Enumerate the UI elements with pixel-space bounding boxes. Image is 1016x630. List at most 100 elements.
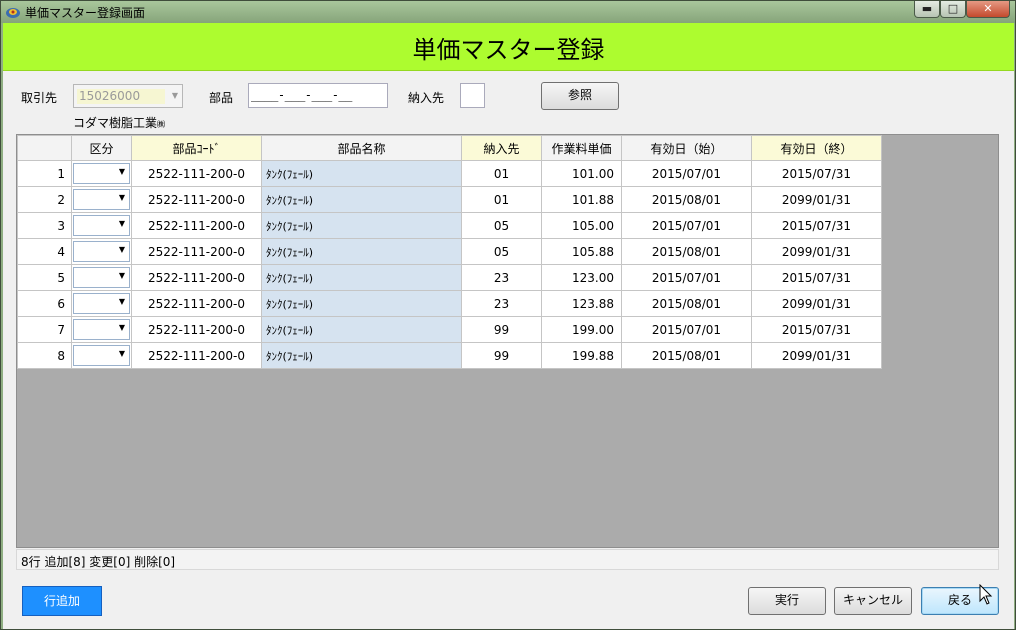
unit-price-cell[interactable]: 123.88 <box>541 290 622 317</box>
part-name-cell[interactable]: ﾀﾝｸ(ﾌｪｰﾙ) <box>261 290 462 317</box>
kubun-select[interactable]: ▼ <box>73 163 130 184</box>
kubun-dropdown-cell[interactable]: ▼ <box>71 342 132 369</box>
kubun-dropdown-cell[interactable]: ▼ <box>71 290 132 317</box>
destination-cell[interactable]: 05 <box>461 238 542 265</box>
unit-price-cell[interactable]: 105.88 <box>541 238 622 265</box>
column-header-end-date[interactable]: 有効日（終） <box>751 135 882 161</box>
price-grid[interactable]: 区分 部品ｺｰﾄﾞ 部品名称 納入先 作業料単価 有効日（始） 有効日（終） 1… <box>16 134 999 548</box>
destination-cell[interactable]: 05 <box>461 212 542 239</box>
kubun-select[interactable]: ▼ <box>73 241 130 262</box>
start-date-cell[interactable]: 2015/07/01 <box>621 264 752 291</box>
end-date-cell[interactable]: 2099/01/31 <box>751 186 882 213</box>
part-code-cell[interactable]: 2522-111-200-0 <box>131 186 262 213</box>
table-row[interactable]: 1 ▼ 2522-111-200-0 ﾀﾝｸ(ﾌｪｰﾙ) 01 101.00 2015/07… <box>17 160 882 187</box>
kubun-select[interactable]: ▼ <box>73 345 130 366</box>
part-code-cell[interactable]: 2522-111-200-0 <box>131 316 262 343</box>
end-date-cell[interactable]: 2015/07/31 <box>751 316 882 343</box>
unit-price-cell[interactable]: 199.00 <box>541 316 622 343</box>
part-code-cell[interactable]: 2522-111-200-0 <box>131 212 262 239</box>
end-date-cell[interactable]: 2015/07/31 <box>751 212 882 239</box>
chevron-down-icon[interactable]: ▼ <box>119 219 125 228</box>
unit-price-cell[interactable]: 105.00 <box>541 212 622 239</box>
part-code-input[interactable]: ____-___-___-__ <box>248 83 388 108</box>
cancel-button[interactable]: キャンセル <box>834 587 912 615</box>
kubun-dropdown-cell[interactable]: ▼ <box>71 186 132 213</box>
part-name-cell[interactable]: ﾀﾝｸ(ﾌｪｰﾙ) <box>261 186 462 213</box>
table-row[interactable]: 6 ▼ 2522-111-200-0 ﾀﾝｸ(ﾌｪｰﾙ) 23 123.88 2015/08… <box>17 290 882 317</box>
table-row[interactable]: 7 ▼ 2522-111-200-0 ﾀﾝｸ(ﾌｪｰﾙ) 99 199.00 2015/07… <box>17 316 882 343</box>
part-name-cell[interactable]: ﾀﾝｸ(ﾌｪｰﾙ) <box>261 342 462 369</box>
end-date-cell[interactable]: 2015/07/31 <box>751 264 882 291</box>
execute-button[interactable]: 実行 <box>748 587 826 615</box>
end-date-cell[interactable]: 2099/01/31 <box>751 342 882 369</box>
chevron-down-icon[interactable]: ▼ <box>119 323 125 332</box>
maximize-icon[interactable]: □ <box>940 1 966 18</box>
unit-price-cell[interactable]: 101.88 <box>541 186 622 213</box>
destination-cell[interactable]: 01 <box>461 186 542 213</box>
column-header-destination[interactable]: 納入先 <box>461 135 542 161</box>
part-name-cell[interactable]: ﾀﾝｸ(ﾌｪｰﾙ) <box>261 238 462 265</box>
column-header-start-date[interactable]: 有効日（始） <box>621 135 752 161</box>
start-date-cell[interactable]: 2015/08/01 <box>621 238 752 265</box>
start-date-cell[interactable]: 2015/08/01 <box>621 290 752 317</box>
part-code-cell[interactable]: 2522-111-200-0 <box>131 264 262 291</box>
part-name-cell[interactable]: ﾀﾝｸ(ﾌｪｰﾙ) <box>261 160 462 187</box>
start-date-cell[interactable]: 2015/08/01 <box>621 342 752 369</box>
table-row[interactable]: 5 ▼ 2522-111-200-0 ﾀﾝｸ(ﾌｪｰﾙ) 23 123.00 2015/07… <box>17 264 882 291</box>
part-code-cell[interactable]: 2522-111-200-0 <box>131 342 262 369</box>
kubun-select[interactable]: ▼ <box>73 267 130 288</box>
kubun-dropdown-cell[interactable]: ▼ <box>71 160 132 187</box>
add-row-button[interactable]: 行追加 <box>22 586 102 616</box>
start-date-cell[interactable]: 2015/07/01 <box>621 212 752 239</box>
kubun-dropdown-cell[interactable]: ▼ <box>71 316 132 343</box>
part-name-cell[interactable]: ﾀﾝｸ(ﾌｪｰﾙ) <box>261 212 462 239</box>
unit-price-cell[interactable]: 123.00 <box>541 264 622 291</box>
kubun-dropdown-cell[interactable]: ▼ <box>71 238 132 265</box>
destination-cell[interactable]: 99 <box>461 316 542 343</box>
part-name-cell[interactable]: ﾀﾝｸ(ﾌｪｰﾙ) <box>261 316 462 343</box>
chevron-down-icon[interactable]: ▼ <box>119 245 125 254</box>
table-row[interactable]: 3 ▼ 2522-111-200-0 ﾀﾝｸ(ﾌｪｰﾙ) 05 105.00 2015/07… <box>17 212 882 239</box>
kubun-select[interactable]: ▼ <box>73 293 130 314</box>
kubun-select[interactable]: ▼ <box>73 319 130 340</box>
table-row[interactable]: 8 ▼ 2522-111-200-0 ﾀﾝｸ(ﾌｪｰﾙ) 99 199.88 2015/08… <box>17 342 882 369</box>
reference-button[interactable]: 参照 <box>541 82 619 110</box>
kubun-select[interactable]: ▼ <box>73 189 130 210</box>
table-row[interactable]: 4 ▼ 2522-111-200-0 ﾀﾝｸ(ﾌｪｰﾙ) 05 105.88 2015/08… <box>17 238 882 265</box>
kubun-dropdown-cell[interactable]: ▼ <box>71 212 132 239</box>
chevron-down-icon[interactable]: ▼ <box>119 271 125 280</box>
destination-input[interactable] <box>460 83 485 108</box>
end-date-cell[interactable]: 2099/01/31 <box>751 238 882 265</box>
end-date-cell[interactable]: 2015/07/31 <box>751 160 882 187</box>
minimize-icon[interactable]: ▬ <box>914 1 940 18</box>
column-header-kubun[interactable]: 区分 <box>71 135 132 161</box>
chevron-down-icon[interactable]: ▼ <box>170 91 180 101</box>
chevron-down-icon[interactable]: ▼ <box>119 167 125 176</box>
column-header-part-name[interactable]: 部品名称 <box>261 135 462 161</box>
title-bar[interactable]: 単価マスター登録画面 ▬ □ ✕ <box>1 1 1015 23</box>
chevron-down-icon[interactable]: ▼ <box>119 193 125 202</box>
column-header-unit-price[interactable]: 作業料単価 <box>541 135 622 161</box>
end-date-cell[interactable]: 2099/01/31 <box>751 290 882 317</box>
kubun-select[interactable]: ▼ <box>73 215 130 236</box>
destination-cell[interactable]: 01 <box>461 160 542 187</box>
column-header-part-code[interactable]: 部品ｺｰﾄﾞ <box>131 135 262 161</box>
destination-cell[interactable]: 23 <box>461 290 542 317</box>
destination-cell[interactable]: 23 <box>461 264 542 291</box>
chevron-down-icon[interactable]: ▼ <box>119 297 125 306</box>
chevron-down-icon[interactable]: ▼ <box>119 349 125 358</box>
part-code-cell[interactable]: 2522-111-200-0 <box>131 290 262 317</box>
start-date-cell[interactable]: 2015/07/01 <box>621 316 752 343</box>
destination-cell[interactable]: 99 <box>461 342 542 369</box>
kubun-dropdown-cell[interactable]: ▼ <box>71 264 132 291</box>
unit-price-cell[interactable]: 199.88 <box>541 342 622 369</box>
start-date-cell[interactable]: 2015/08/01 <box>621 186 752 213</box>
supplier-combobox[interactable]: 15026000 ▼ <box>73 84 183 108</box>
part-code-cell[interactable]: 2522-111-200-0 <box>131 160 262 187</box>
unit-price-cell[interactable]: 101.00 <box>541 160 622 187</box>
part-code-cell[interactable]: 2522-111-200-0 <box>131 238 262 265</box>
start-date-cell[interactable]: 2015/07/01 <box>621 160 752 187</box>
part-name-cell[interactable]: ﾀﾝｸ(ﾌｪｰﾙ) <box>261 264 462 291</box>
table-row[interactable]: 2 ▼ 2522-111-200-0 ﾀﾝｸ(ﾌｪｰﾙ) 01 101.88 2015/08… <box>17 186 882 213</box>
close-icon[interactable]: ✕ <box>966 1 1010 18</box>
